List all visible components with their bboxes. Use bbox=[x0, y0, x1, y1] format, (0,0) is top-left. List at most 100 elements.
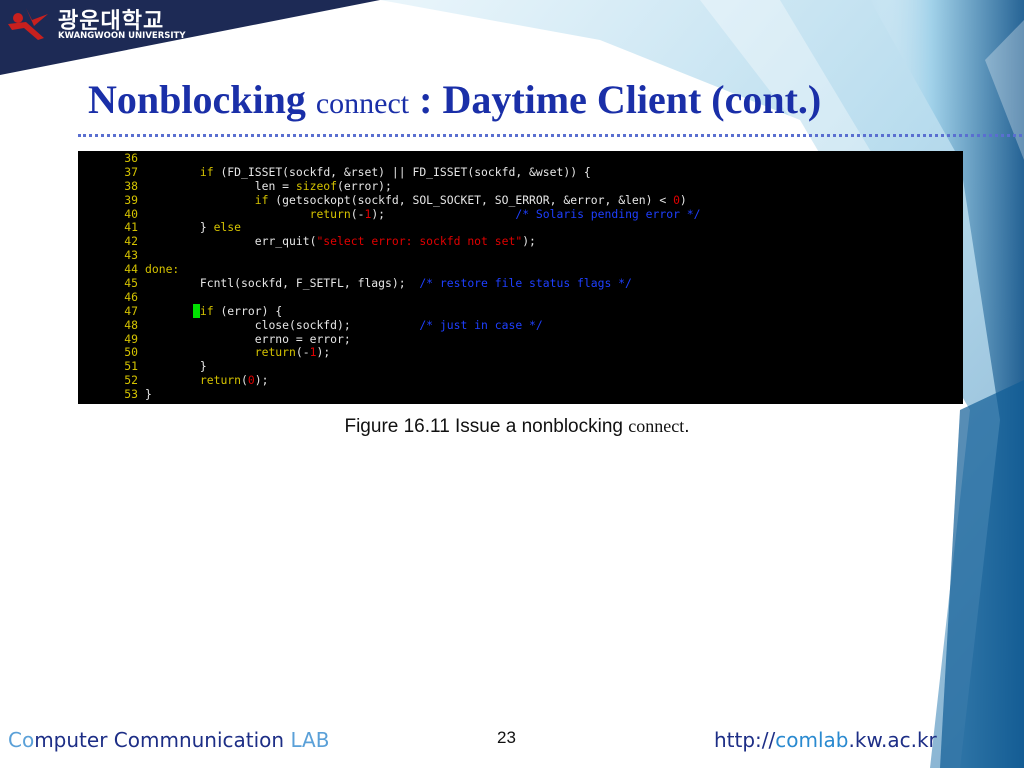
code-token: (- bbox=[295, 345, 310, 360]
code-token: len = bbox=[145, 178, 296, 193]
code-token: if bbox=[254, 192, 269, 207]
code-token: done: bbox=[145, 262, 180, 277]
code-token: Fcntl(sockfd, F_SETFL, flags); bbox=[145, 276, 420, 291]
code-token: ) bbox=[679, 192, 687, 207]
university-emblem-icon bbox=[8, 8, 48, 40]
code-token: } bbox=[145, 387, 152, 402]
code-line-number: 41 bbox=[124, 220, 138, 235]
logo-english-text: KWANGWOON UNIVERSITY bbox=[58, 31, 186, 41]
code-token: (error) { bbox=[213, 303, 283, 318]
title-part-1: Nonblocking bbox=[88, 77, 306, 122]
code-token: return bbox=[309, 206, 351, 221]
code-line: 36 bbox=[78, 151, 963, 166]
code-line: 48 close(sockfd); /* just in case */ bbox=[78, 317, 963, 333]
code-line: 41 } else bbox=[78, 221, 963, 235]
code-token: ); bbox=[316, 345, 331, 360]
code-token: close(sockfd); bbox=[145, 317, 420, 332]
code-line: 40 return(-1); /* Solaris pending error … bbox=[78, 206, 963, 222]
code-line: 46 bbox=[78, 289, 963, 305]
code-token: } bbox=[145, 359, 207, 374]
code-line: 52 return(0); bbox=[78, 373, 963, 388]
code-line-number: 42 bbox=[124, 234, 138, 249]
code-line-number: 39 bbox=[124, 192, 138, 207]
caption-mono: connect bbox=[628, 416, 685, 436]
code-token bbox=[193, 303, 200, 318]
code-line-number: 49 bbox=[124, 331, 138, 346]
slide-title: Nonblocking connect : Daytime Client (co… bbox=[88, 76, 821, 123]
page-number: 23 bbox=[497, 728, 516, 747]
code-line: 50 return(-1); bbox=[78, 346, 963, 360]
code-line: 38 len = sizeof(error); bbox=[78, 178, 963, 194]
code-token: errno = error; bbox=[145, 331, 351, 346]
code-token: ( bbox=[241, 373, 248, 388]
caption-suffix: . bbox=[684, 416, 690, 437]
code-token: ); bbox=[254, 373, 269, 388]
code-token: ); bbox=[522, 234, 536, 249]
code-line-number: 37 bbox=[124, 164, 138, 179]
code-line-number: 45 bbox=[124, 276, 138, 291]
code-token: (- bbox=[350, 206, 365, 221]
code-line-number: 36 bbox=[124, 151, 138, 165]
code-token: (getsockopt(sockfd, SOL_SOCKET, SO_ERROR… bbox=[268, 192, 674, 207]
footer-url-accent: comlab bbox=[775, 728, 849, 752]
code-token: } bbox=[145, 220, 214, 235]
code-line-number: 38 bbox=[124, 178, 138, 193]
code-line: 43 bbox=[78, 248, 963, 263]
code-line: 49 errno = error; bbox=[78, 331, 963, 347]
code-line-number: 47 bbox=[124, 303, 138, 318]
code-token: sizeof bbox=[295, 178, 338, 193]
code-line-number: 46 bbox=[124, 289, 138, 304]
code-line: 45 Fcntl(sockfd, F_SETFL, flags); /* res… bbox=[78, 276, 963, 291]
code-line: 53} bbox=[78, 387, 963, 402]
code-line-number: 50 bbox=[124, 345, 138, 360]
code-line-number: 52 bbox=[124, 373, 138, 388]
code-token: return bbox=[199, 373, 242, 388]
code-token: /* restore file status flags */ bbox=[419, 276, 632, 291]
footer-lab-rest: mputer Commnunication bbox=[34, 728, 291, 752]
code-token: if bbox=[199, 303, 214, 318]
footer-lab-co: Co bbox=[8, 728, 35, 752]
caption-prefix: Figure 16.11 Issue a nonblocking bbox=[344, 416, 629, 437]
university-logo: 광운대학교 KWANGWOON UNIVERSITY bbox=[0, 0, 200, 70]
code-line-number: 48 bbox=[124, 317, 138, 332]
code-line-number: 40 bbox=[124, 206, 138, 221]
code-line: 37 if (FD_ISSET(sockfd, &rset) || FD_ISS… bbox=[78, 164, 963, 180]
title-divider bbox=[78, 134, 1022, 137]
code-token: ); bbox=[371, 206, 516, 221]
footer-lab-name: Computer Commnunication LAB bbox=[8, 728, 329, 752]
code-line-number: 53 bbox=[124, 387, 138, 402]
code-line: 47 if (error) { bbox=[78, 303, 963, 319]
code-token: return bbox=[254, 345, 296, 360]
code-token: if bbox=[199, 164, 214, 179]
code-line-number: 43 bbox=[124, 248, 138, 263]
code-line: 42 err_quit("select error: sockfd not se… bbox=[78, 234, 963, 249]
footer-url-suffix: .kw.ac.kr bbox=[848, 728, 937, 752]
title-part-2: connect bbox=[315, 87, 410, 120]
footer-url[interactable]: http://comlab.kw.ac.kr bbox=[714, 728, 937, 752]
code-token: 0 bbox=[247, 373, 255, 388]
code-line: 39 if (getsockopt(sockfd, SOL_SOCKET, SO… bbox=[78, 192, 963, 208]
figure-caption: Figure 16.11 Issue a nonblocking connect… bbox=[0, 416, 1024, 438]
code-token: /* just in case */ bbox=[419, 317, 543, 332]
code-listing: 36 37 if (FD_ISSET(sockfd, &rset) || FD_I… bbox=[78, 151, 963, 404]
code-token: /* Solaris pending error */ bbox=[515, 206, 701, 221]
footer-url-prefix: http:// bbox=[714, 728, 776, 752]
code-token: (FD_ISSET(sockfd, &rset) || FD_ISSET(soc… bbox=[213, 164, 591, 179]
footer-lab-accent: LAB bbox=[290, 728, 330, 752]
code-token: err_quit( bbox=[145, 234, 317, 249]
code-line: 44 done: bbox=[78, 262, 963, 277]
code-token: else bbox=[213, 220, 242, 235]
title-part-3: : Daytime Client (cont.) bbox=[419, 77, 822, 122]
code-token: "select error: sockfd not set" bbox=[316, 234, 523, 249]
code-line: 51 } bbox=[78, 359, 963, 374]
code-line-number: 44 bbox=[124, 262, 138, 277]
code-token: 0 bbox=[673, 192, 680, 207]
code-line-number: 51 bbox=[124, 359, 138, 374]
code-token: (error); bbox=[337, 178, 392, 193]
